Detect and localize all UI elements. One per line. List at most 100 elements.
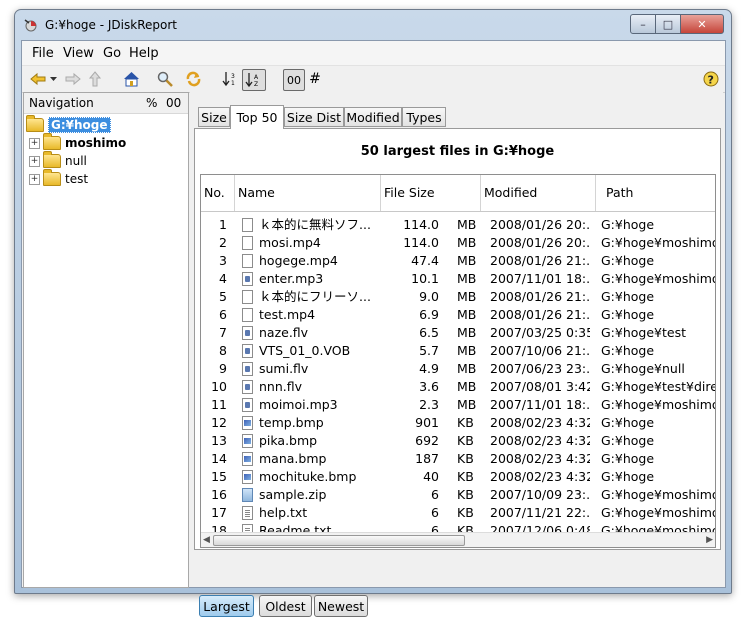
tree-item-null[interactable]: + null [29,151,87,170]
tab-size-dist[interactable]: Size Dist [284,107,344,127]
column-file-size[interactable]: File Size [381,175,481,211]
cell-size: 40 [423,469,439,484]
cell-unit: KB [457,487,474,502]
sort-alpha-button[interactable]: AZ [242,69,266,91]
menu-go[interactable]: Go [103,46,121,61]
table-row[interactable]: 11 moimoi.mp3 2.3 MB 2007/11/01 18:... G:¥hog… [201,396,715,414]
up-button[interactable] [86,69,104,89]
cell-unit: KB [457,451,474,466]
file-icon [242,254,253,268]
table-row[interactable]: 17 help.txt 6 KB 2007/11/21 22:... G:¥hoge¥mo… [201,504,715,522]
navigation-panel: Navigation % 00 G:¥hoge + moshimo + null… [23,92,189,588]
close-button[interactable]: ✕ [680,14,724,34]
table-row[interactable]: 16 sample.zip 6 KB 2007/10/09 23:... G:¥hoge¥… [201,486,715,504]
cell-path: G:¥hoge¥test [601,325,687,340]
column-modified[interactable]: Modified [481,175,596,211]
table-row[interactable]: 3 hogege.mp4 47.4 MB 2008/01/26 21:... G:¥hog… [201,252,715,270]
expand-icon[interactable]: + [29,173,40,185]
table-row[interactable]: 12 temp.bmp 901 KB 2008/02/23 4:32 G:¥hoge [201,414,715,432]
tab-top50[interactable]: Top 50 [230,105,284,129]
count-toggle-button[interactable]: # [308,69,322,89]
refresh-button[interactable] [183,69,203,89]
cell-no: 13 [211,433,227,448]
cell-modified: 2008/02/23 4:32 [490,415,590,430]
zero-toggle[interactable]: 00 [166,96,181,110]
scroll-right-icon[interactable]: ▶ [706,535,713,545]
tree-item-moshimo[interactable]: + moshimo [29,133,127,152]
percent-toggle[interactable]: % [146,96,157,110]
cell-name: hogege.mp4 [259,253,338,268]
sort-descending-button[interactable]: 31 [221,69,239,89]
tab-size[interactable]: Size [198,107,230,127]
tab-types[interactable]: Types [402,107,446,127]
help-button[interactable]: ? [702,69,720,89]
minimize-button[interactable]: – [630,14,656,34]
table-row[interactable]: 14 mana.bmp 187 KB 2008/02/23 4:32 G:¥hoge [201,450,715,468]
home-button[interactable] [121,69,141,89]
cell-size: 187 [415,451,439,466]
expand-icon[interactable]: + [29,155,40,167]
table-row[interactable]: 6 test.mp4 6.9 MB 2008/01/26 21:... G:¥hoge [201,306,715,324]
horizontal-scrollbar[interactable]: ◀ ▶ [201,532,715,547]
back-arrow-icon [30,72,46,86]
cell-no: 8 [219,343,227,358]
navigation-header: Navigation % 00 [24,93,188,114]
cell-no: 4 [219,271,227,286]
cell-size: 901 [415,415,439,430]
cell-size: 114.0 [403,235,439,250]
cell-modified: 2007/10/06 21:... [490,343,590,358]
table-row[interactable]: 4 enter.mp3 10.1 MB 2007/11/01 18:... G:¥hoge… [201,270,715,288]
sort-alpha-icon: AZ [245,73,259,88]
scroll-left-icon[interactable]: ◀ [203,535,210,545]
table-row[interactable]: 5 ｋ本的にフリーソ... 9.0 MB 2008/01/26 21:... G:¥hog… [201,288,715,306]
scroll-thumb[interactable] [213,535,465,546]
table-row[interactable]: 9 sumi.flv 4.9 MB 2007/06/23 23:... G:¥hoge¥n… [201,360,715,378]
cell-name: sumi.flv [259,361,309,376]
cell-path: G:¥hoge [601,433,655,448]
search-button[interactable] [155,69,175,89]
folder-icon [43,133,61,150]
menu-file[interactable]: File [32,46,54,61]
newest-button[interactable]: Newest [314,595,368,617]
table-row[interactable]: 10 nnn.flv 3.6 MB 2007/08/01 3:42 G:¥hoge¥tes… [201,378,715,396]
cell-no: 14 [211,451,227,466]
tree-item-label: moshimo [65,136,127,150]
forward-arrow-icon [65,72,81,86]
cell-size: 10.1 [411,271,439,286]
column-no[interactable]: No. [201,175,235,211]
tab-modified[interactable]: Modified [344,107,402,127]
back-dropdown[interactable] [49,69,57,89]
table-row[interactable]: 15 mochituke.bmp 40 KB 2008/02/23 4:32 G:¥hog… [201,468,715,486]
cell-name: ｋ本的に無料ソフ... [259,217,371,232]
table-row[interactable]: 1 ｋ本的に無料ソフ... 114.0 MB 2008/01/26 20:... G:¥h… [201,216,715,234]
cell-path: G:¥hoge¥test¥direc [601,379,715,394]
forward-button[interactable] [64,69,82,89]
column-path[interactable]: Path [596,175,715,211]
navigation-title: Navigation [29,96,94,110]
cell-unit: MB [457,235,477,250]
table-row[interactable]: 7 naze.flv 6.5 MB 2007/03/25 0:35 G:¥hoge¥tes… [201,324,715,342]
table-row[interactable]: 13 pika.bmp 692 KB 2008/02/23 4:32 G:¥hoge [201,432,715,450]
column-name[interactable]: Name [235,175,381,211]
tree-item-test[interactable]: + test [29,169,88,188]
table-row[interactable]: 8 VTS_01_0.VOB 5.7 MB 2007/10/06 21:... G:¥ho… [201,342,715,360]
cell-size: 2.3 [419,397,439,412]
title-bar: G:¥hoge - JDiskReport – □ ✕ [15,10,731,40]
table-row[interactable]: 2 mosi.mp4 114.0 MB 2008/01/26 20:... G:¥hoge… [201,234,715,252]
expand-icon[interactable]: + [29,137,40,149]
maximize-button[interactable]: □ [655,14,681,34]
back-button[interactable] [29,69,47,89]
largest-button[interactable]: Largest [199,595,254,617]
dropdown-arrow-icon [49,76,57,81]
menu-view[interactable]: View [63,46,94,61]
cell-name: temp.bmp [259,415,324,430]
menu-help[interactable]: Help [129,46,159,61]
image-file-icon [242,416,253,430]
cell-no: 1 [219,217,227,232]
file-icon [242,308,253,322]
cell-name: pika.bmp [259,433,318,448]
number-format-button[interactable]: 00 [283,69,305,91]
tree-root[interactable]: G:¥hoge [26,115,111,134]
oldest-button[interactable]: Oldest [259,595,312,617]
file-icon [242,218,253,232]
